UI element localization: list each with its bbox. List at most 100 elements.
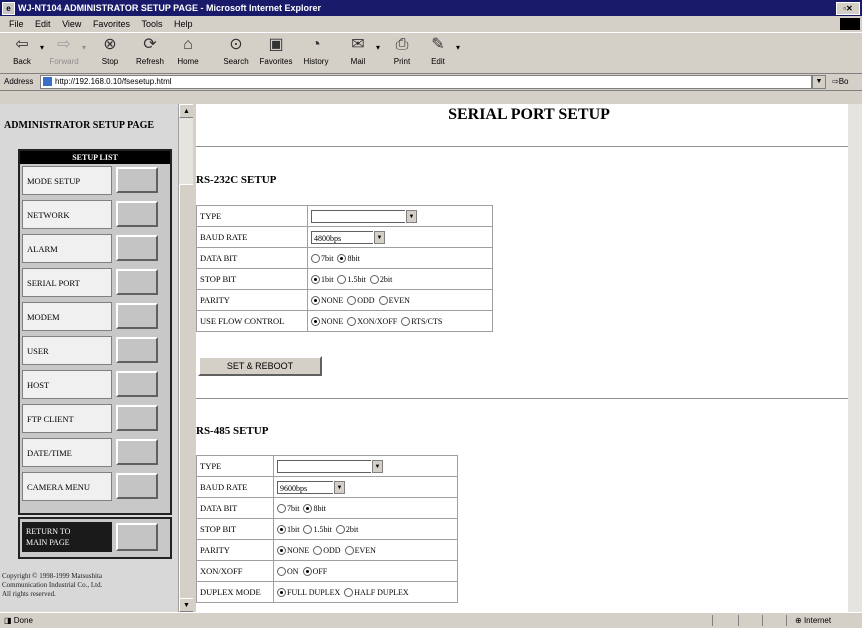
menu-item-date-time: DATE/TIME <box>20 436 170 470</box>
rs232-flow-xon-radio[interactable] <box>347 317 357 327</box>
search-icon: ⊙ <box>229 36 243 53</box>
status-bar: ◨ Done ⊕ Internet <box>0 612 862 628</box>
refresh-button[interactable]: ⟳ Refresh <box>132 35 168 71</box>
modem-button[interactable] <box>116 303 158 329</box>
menu-file[interactable]: File <box>9 19 24 29</box>
rs232-flow-rts-radio[interactable] <box>401 317 411 327</box>
scroll-up-icon[interactable]: ▲ <box>179 104 193 118</box>
stop-icon: ⊗ <box>103 36 117 53</box>
return-label: RETURN TO MAIN PAGE <box>22 522 112 552</box>
rs232-stopbit-2-radio[interactable] <box>369 275 379 285</box>
favorites-icon: ▣ <box>268 36 284 53</box>
rs485-type-select[interactable]: ▼ <box>277 459 383 473</box>
copyright: Copyright © 1998-1999 Matsushita Communi… <box>2 572 103 598</box>
return-main-button[interactable] <box>116 523 158 551</box>
windows-logo-icon <box>840 18 860 30</box>
host-button[interactable] <box>116 371 158 397</box>
rs485-stopbit-2-radio[interactable] <box>335 525 345 535</box>
back-button[interactable]: ⇦ Back ▾ <box>4 35 44 71</box>
ftp-client-button[interactable] <box>116 405 158 431</box>
menu-tools[interactable]: Tools <box>141 19 162 29</box>
menu-item-camera-menu: CAMERA MENU <box>20 470 170 504</box>
rs485-stopbit-15-radio[interactable] <box>303 525 313 535</box>
return-main-box: RETURN TO MAIN PAGE <box>18 517 172 559</box>
menu-item-user: USER <box>20 334 170 368</box>
rs485-parity-odd-radio[interactable] <box>313 546 323 556</box>
rs485-databit-7-radio[interactable] <box>277 504 286 514</box>
menu-item-ftp-client: FTP CLIENT <box>20 402 170 436</box>
menu-view[interactable]: View <box>62 19 81 29</box>
rs485-stopbit-1-radio[interactable] <box>277 525 286 535</box>
rs232-baud-select[interactable]: 4800bps ▼ <box>311 230 385 244</box>
rs232-databit-8-radio[interactable] <box>337 254 347 264</box>
menu-item-alarm: ALARM <box>20 232 170 266</box>
content-frame: SERIAL PORT SETUP RS-232C SETUP TYPE ▼ B… <box>196 104 862 612</box>
menu-item-mode-setup: MODE SETUP <box>20 164 170 198</box>
search-button[interactable]: ⊙ Search <box>218 35 254 71</box>
page-icon <box>43 77 52 86</box>
rs485-duplex-half-radio[interactable] <box>344 588 354 598</box>
rs485-parity-none-radio[interactable] <box>277 546 286 556</box>
rs232-stopbit-15-radio[interactable] <box>337 275 347 285</box>
print-button[interactable]: ⎙ Print <box>384 35 420 71</box>
serial-port-button[interactable] <box>116 269 158 295</box>
edit-button[interactable]: ✎ Edit ▾ <box>420 35 460 71</box>
date-time-button[interactable] <box>116 439 158 465</box>
history-icon: ◔ <box>311 36 321 53</box>
zone-indicator: ⊕ Internet <box>795 616 832 625</box>
right-scrollbar[interactable] <box>848 104 862 612</box>
rs232-parity-even-radio[interactable] <box>378 296 388 306</box>
rs485-parity-even-radio[interactable] <box>344 546 354 556</box>
menu-edit[interactable]: Edit <box>35 19 51 29</box>
scroll-down-icon[interactable]: ▼ <box>179 598 193 612</box>
camera-menu-button[interactable] <box>116 473 158 499</box>
mail-icon: ✉ <box>351 36 365 53</box>
print-icon: ⎙ <box>395 36 409 53</box>
rs232-table: TYPE ▼ BAUD RATE 4800bps ▼ DATA BIT 7bit 8… <box>196 205 493 332</box>
rs232-type-select[interactable]: ▼ <box>311 209 417 223</box>
network-button[interactable] <box>116 201 158 227</box>
favorites-button[interactable]: ▣ Favorites <box>258 35 294 71</box>
menu-item-network: NETWORK <box>20 198 170 232</box>
menu-item-serial-port: SERIAL PORT <box>20 266 170 300</box>
rs485-xon-on-radio[interactable] <box>277 567 286 577</box>
admin-title: ADMINISTRATOR SETUP PAGE <box>4 120 155 131</box>
menu-help[interactable]: Help <box>174 19 193 29</box>
home-button[interactable]: ⌂ Home <box>170 35 206 71</box>
window-controls[interactable]: ▫✕ <box>836 2 860 15</box>
back-arrow-icon: ⇦ <box>15 36 29 53</box>
rs485-baud-select[interactable]: 9600bps ▼ <box>277 480 345 494</box>
status-text: ◨ Done <box>4 616 33 625</box>
window-title: WJ-NT104 ADMINISTRATOR SETUP PAGE - Micr… <box>18 3 322 13</box>
scroll-thumb[interactable] <box>179 184 193 606</box>
rs232-flow-none-radio[interactable] <box>311 317 320 327</box>
address-dropdown-button[interactable]: ▼ <box>812 75 826 89</box>
rs232-databit-7-radio[interactable] <box>311 254 320 264</box>
go-button[interactable]: ⇨Bo <box>832 73 849 90</box>
forward-button[interactable]: ⇨ Forward ▾ <box>46 35 86 71</box>
address-input[interactable]: http://192.168.0.10/fsesetup.html <box>40 75 812 89</box>
stop-button[interactable]: ⊗ Stop <box>92 35 128 71</box>
rs485-heading: RS-485 SETUP <box>196 425 269 437</box>
alarm-button[interactable] <box>116 235 158 261</box>
rs485-xon-off-radio[interactable] <box>302 567 312 577</box>
menu-item-modem: MODEM <box>20 300 170 334</box>
rs485-table: TYPE ▼ BAUD RATE 9600bps ▼ DATA BIT 7bit 8… <box>196 455 458 603</box>
rs232-heading: RS-232C SETUP <box>196 174 277 186</box>
mode-setup-button[interactable] <box>116 167 158 193</box>
toolbar: ⇦ Back ▾ ⇨ Forward ▾ ⊗ Stop ⟳ Refresh ⌂ Home ⊙ S… <box>0 32 862 74</box>
rs485-databit-8-radio[interactable] <box>303 504 313 514</box>
left-scrollbar[interactable]: ▲ ▼ <box>178 104 193 612</box>
menu-favorites[interactable]: Favorites <box>93 19 130 29</box>
rs232-parity-none-radio[interactable] <box>311 296 320 306</box>
history-button[interactable]: ◔ History <box>298 35 334 71</box>
left-frame: ADMINISTRATOR SETUP PAGE SETUP LIST MODE… <box>0 104 193 612</box>
home-icon: ⌂ <box>183 36 193 53</box>
setup-list: SETUP LIST MODE SETUP NETWORK ALARM SERI… <box>18 149 172 515</box>
user-button[interactable] <box>116 337 158 363</box>
rs232-stopbit-1-radio[interactable] <box>311 275 320 285</box>
rs485-duplex-full-radio[interactable] <box>277 588 286 598</box>
mail-button[interactable]: ✉ Mail ▾ <box>340 35 380 71</box>
rs232-parity-odd-radio[interactable] <box>347 296 357 306</box>
set-reboot-button[interactable]: SET & REBOOT <box>198 356 322 376</box>
